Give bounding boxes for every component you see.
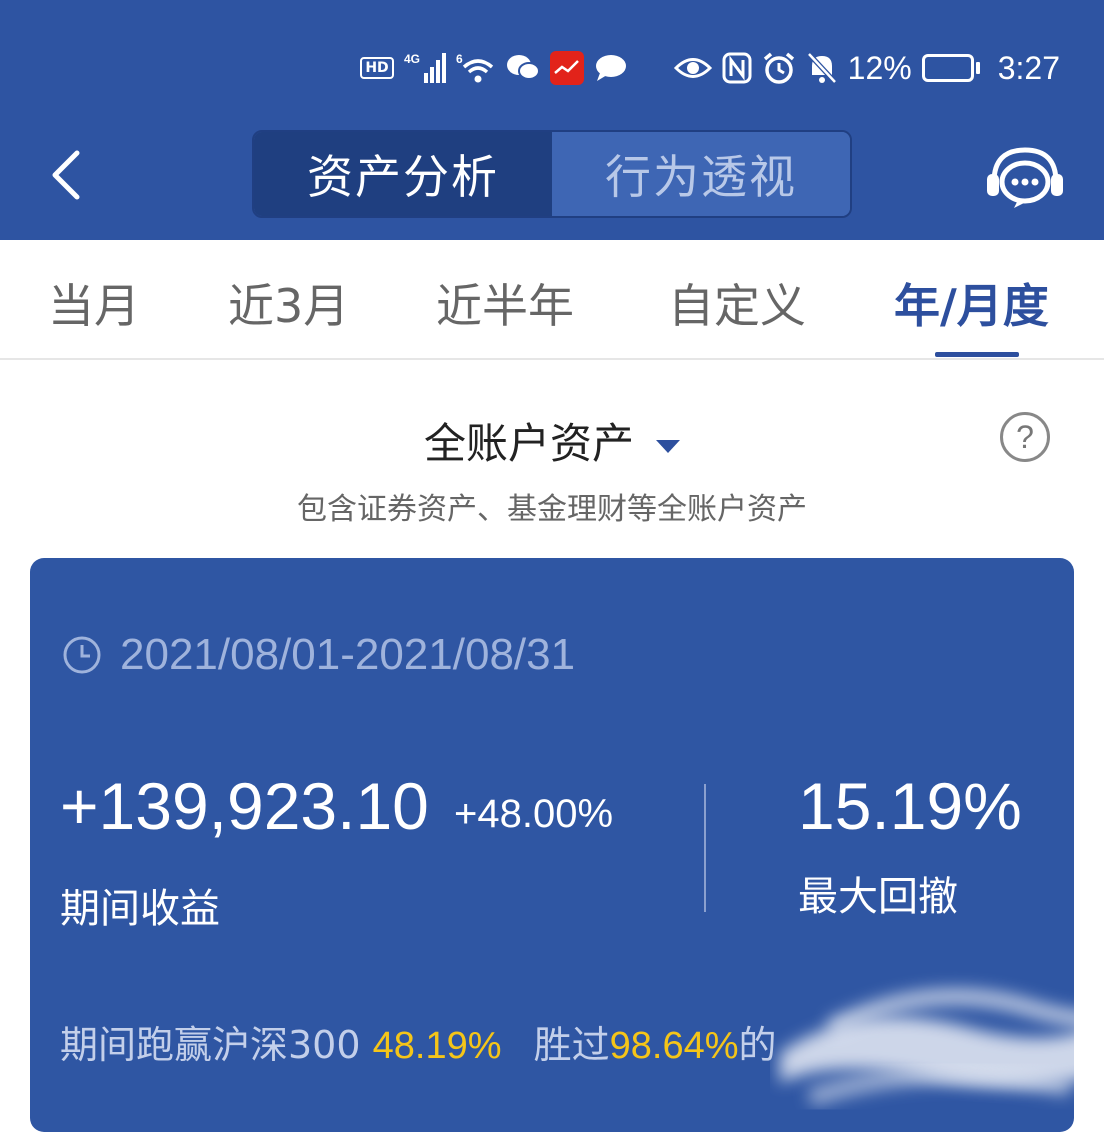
clock-icon xyxy=(63,636,101,674)
wifi-icon: 6 xyxy=(456,51,496,85)
battery-cap xyxy=(975,62,980,74)
help-icon[interactable]: ? xyxy=(1000,412,1050,462)
tab-behavior-insight[interactable]: 行为透视 xyxy=(552,132,850,216)
beat-value: 98.64% xyxy=(609,1025,739,1067)
status-bar: HD 4G 6 12% 3:27 xyxy=(360,44,1060,92)
period-profit-label: 期间收益 xyxy=(60,886,220,932)
app-icon xyxy=(549,51,584,85)
battery-icon xyxy=(921,54,980,82)
app-header: HD 4G 6 12% 3:27 资产分析 行为透视 xyxy=(0,0,1104,240)
period-profit-value: +139,923.10 xyxy=(60,769,429,843)
wechat-icon xyxy=(506,53,540,83)
tab-last-half-year[interactable]: 近半年 xyxy=(436,270,574,336)
tab-custom[interactable]: 自定义 xyxy=(668,270,806,336)
hd-icon: HD xyxy=(360,57,394,79)
benchmark-compare-value: 48.19% xyxy=(372,1025,502,1067)
header-tab-switch: 资产分析 行为透视 xyxy=(252,130,852,218)
chevron-left-icon xyxy=(52,150,80,200)
dropdown-caret-icon xyxy=(656,440,680,453)
customer-service-icon xyxy=(987,147,1063,208)
signal-icon: 4G xyxy=(404,51,446,85)
customer-service-button[interactable] xyxy=(980,140,1070,216)
tab-this-month[interactable]: 当月 xyxy=(48,270,140,336)
wifi-gen-label: 6 xyxy=(456,52,463,66)
network-label: 4G xyxy=(404,52,420,66)
account-selector[interactable]: 全账户资产 xyxy=(0,410,1104,471)
period-tabs: 当月 近3月 近半年 自定义 年/月度 xyxy=(0,240,1104,360)
nfc-icon xyxy=(722,52,752,84)
account-title: 全账户资产 xyxy=(423,419,634,468)
account-subtitle: 包含证券资产、基金理财等全账户资产 xyxy=(297,492,807,527)
mute-icon xyxy=(806,51,838,85)
battery-percent: 12% xyxy=(847,49,912,86)
benchmark-compare-prefix: 期间跑赢沪深300 xyxy=(60,1023,361,1067)
max-drawdown-label: 最大回撤 xyxy=(798,874,958,920)
card-divider xyxy=(704,784,706,912)
beat-prefix: 胜过 xyxy=(533,1023,610,1067)
status-time: 3:27 xyxy=(997,49,1060,86)
battery-body xyxy=(921,54,974,82)
tab-asset-analysis[interactable]: 资产分析 xyxy=(254,132,552,216)
date-range-row: 2021/08/01-2021/08/31 xyxy=(62,630,575,680)
redaction-smear xyxy=(780,988,1074,1107)
benchmark-compare-row: 期间跑赢沪深300 48.19% 胜过98.64%的 xyxy=(60,1014,777,1069)
eye-icon xyxy=(673,55,712,81)
back-button[interactable] xyxy=(40,140,92,210)
period-profit-percent: +48.00% xyxy=(454,792,614,836)
max-drawdown-value: 15.19% xyxy=(798,769,1022,843)
message-icon xyxy=(594,53,628,83)
alarm-icon xyxy=(762,51,796,85)
tab-last-3-months[interactable]: 近3月 xyxy=(228,270,349,336)
active-tab-indicator xyxy=(935,352,1019,357)
date-range: 2021/08/01-2021/08/31 xyxy=(120,630,576,679)
summary-card: 2021/08/01-2021/08/31 +139,923.10 +48.00… xyxy=(30,558,1074,1132)
tab-year-month[interactable]: 年/月度 xyxy=(894,270,1049,336)
